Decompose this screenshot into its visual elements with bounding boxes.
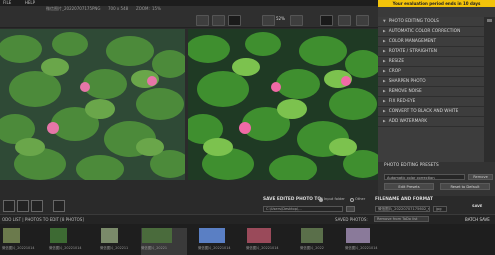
input-folder-radio[interactable] — [319, 198, 323, 202]
thumbnail-image — [247, 228, 271, 243]
zoom-label: ZOOM: — [136, 6, 150, 11]
thumbnail-image — [301, 228, 323, 243]
tool-add-watermark[interactable]: ▶ ADD WATERMARK — [378, 117, 484, 127]
todo-list-title: ODO LIST | PHOTOS TO EDIT [8 PHOTOS] — [2, 217, 84, 222]
save-title: SAVE EDITED PHOTO TO: — [263, 197, 323, 202]
chevron-right-icon: ▶ — [383, 99, 386, 103]
thumbnail-caption: 微信图片_20221014 — [246, 246, 279, 250]
chevron-right-icon: ▶ — [383, 89, 386, 93]
thumbnail-caption: 微信图片_2022 — [300, 246, 324, 250]
chevron-right-icon: ▶ — [383, 39, 386, 43]
tool-resize[interactable]: ▶ RESIZE — [378, 57, 484, 67]
tool-rotate-straighten[interactable]: ▶ ROTATE / STRAIGHTEN — [378, 47, 484, 57]
thumbnail-item[interactable]: 微信图片_20221014 — [2, 228, 35, 255]
thumbnail-image — [346, 228, 370, 243]
saved-photos-label: SAVED PHOTOS: — [335, 217, 368, 222]
tool-remove-noise[interactable]: ▶ REMOVE NOISE — [378, 87, 484, 97]
undo-button[interactable] — [338, 15, 351, 26]
format-select[interactable]: jpg — [433, 206, 447, 212]
tool-sharpen-photo[interactable]: ▶ SHARPEN PHOTO — [378, 77, 484, 87]
thumbnail-caption: 微信图片_202211 — [100, 246, 129, 250]
compare-view-button[interactable] — [196, 15, 209, 26]
thumbnail-strip: 微信图片_20221014 微信图片_20221014 微信图片_202211 … — [0, 224, 495, 255]
thumbnail-item[interactable]: 微信图片_202211 — [100, 228, 133, 255]
thumbnail-caption: 微信图片_20221014 — [198, 246, 231, 250]
filename-label: 微信图片_20220707175 — [46, 6, 92, 11]
fullscreen-icon[interactable] — [53, 200, 65, 212]
edit-presets-button[interactable]: Edit Presets — [384, 183, 434, 190]
thumbnail-item[interactable]: 微信图片_20221014 — [345, 228, 378, 255]
dimensions-label: 700 x 548 — [108, 6, 129, 11]
tool-crop[interactable]: ▶ CROP — [378, 67, 484, 77]
filename-input[interactable]: 微信图片_20220707175602_sal — [375, 206, 430, 212]
chevron-down-icon: ▼ — [383, 19, 386, 23]
tools-scrollbar[interactable] — [484, 17, 495, 162]
hand-tool-button[interactable] — [320, 15, 333, 26]
chevron-right-icon: ▶ — [383, 29, 386, 33]
evaluation-banner[interactable]: Your evaluation period ends in 10 days — [378, 0, 495, 7]
photo-editing-tools-panel: ▼ PHOTO EDITING TOOLS ▶ AUTOMATIC COLOR CO… — [378, 17, 484, 162]
thumbnail-caption: 微信图片_20221014 — [2, 246, 35, 250]
thumbnail-image — [199, 228, 225, 243]
chevron-right-icon: ▶ — [383, 79, 386, 83]
zoom-fit-button[interactable] — [228, 15, 241, 26]
zoom-value: 15% — [152, 6, 161, 11]
histogram-icon[interactable] — [17, 200, 29, 212]
thumbnail-item[interactable]: 微信图片_20221014 — [246, 228, 279, 255]
chevron-right-icon: ▶ — [383, 69, 386, 73]
other-folder-radio[interactable] — [350, 198, 354, 202]
input-folder-label: Input folder — [324, 197, 345, 201]
scroll-up-arrow[interactable] — [487, 19, 492, 22]
chevron-right-icon: ▶ — [383, 119, 386, 123]
tools-section-title[interactable]: ▼ PHOTO EDITING TOOLS — [378, 17, 484, 27]
compare-icon[interactable] — [31, 200, 43, 212]
tool-convert-bw[interactable]: ▶ CONVERT TO BLACK AND WHITE — [378, 107, 484, 117]
thumbnail-item[interactable]: 微信图片_2022 — [300, 228, 333, 255]
original-photo-pane[interactable] — [0, 29, 185, 180]
tool-fix-red-eye[interactable]: ▶ FIX RED-EYE — [378, 97, 484, 107]
tool-automatic-color-correction[interactable]: ▶ AUTOMATIC COLOR CORRECTION — [378, 27, 484, 37]
thumbnail-caption: 微信图片_20221 — [141, 246, 168, 250]
image-info-bar: 微信图片_20220707175 PNG 700 x 548 ZOOM: 15%… — [0, 6, 378, 28]
save-path-input[interactable]: C:\Users\Desktop\... — [263, 206, 343, 212]
thumbnail-image — [3, 228, 20, 243]
reset-default-button[interactable]: Reset to Default — [440, 183, 490, 190]
thumbnail-item[interactable]: 微信图片_20221014 — [198, 228, 231, 255]
thumbnail-item[interactable]: 微信图片_20221014 — [49, 228, 82, 255]
thumbnail-image — [101, 228, 118, 243]
thumbnail-image — [50, 228, 67, 243]
zoom-percent: 52% — [276, 16, 285, 21]
batch-save-button[interactable]: BATCH SAVE — [465, 217, 490, 222]
lotus-photo-original — [0, 29, 185, 180]
chevron-right-icon: ▶ — [383, 59, 386, 63]
remove-from-list-select[interactable]: Remove from ToDo list — [374, 216, 429, 222]
format-label: PNG — [92, 6, 101, 11]
zoom-out-button[interactable] — [262, 15, 275, 26]
bottom-toolbar — [0, 180, 260, 214]
thumbnail-caption: 微信图片_20221014 — [345, 246, 378, 250]
edited-photo-pane[interactable] — [188, 29, 378, 180]
crop-icon[interactable] — [3, 200, 15, 212]
save-panel: SAVE EDITED PHOTO TO: Input folder Other… — [260, 196, 495, 214]
preset-select[interactable]: Automatic color correction — [384, 174, 465, 180]
chevron-right-icon: ▶ — [383, 49, 386, 53]
thumbnail-image — [142, 228, 172, 243]
redo-button[interactable] — [356, 15, 369, 26]
zoom-in-button[interactable] — [290, 15, 303, 26]
thumbnail-caption: 微信图片_20221014 — [49, 246, 82, 250]
save-button[interactable]: SAVE — [472, 204, 482, 208]
thumbnail-item-selected[interactable]: 微信图片_20221 — [141, 228, 187, 255]
photo-editing-presets-panel: PHOTO EDITING PRESETS Automatic color co… — [378, 162, 495, 196]
folder-icon[interactable] — [346, 206, 355, 212]
remove-preset-button[interactable]: Remove — [468, 174, 493, 180]
presets-title: PHOTO EDITING PRESETS — [384, 163, 439, 168]
tool-color-management[interactable]: ▶ COLOR MANAGEMENT — [378, 37, 484, 47]
filename-format-title: FILENAME AND FORMAT — [375, 197, 433, 202]
lotus-photo-edited — [188, 29, 378, 180]
other-folder-label: Other — [355, 197, 366, 201]
panel-header — [378, 7, 495, 17]
chevron-right-icon: ▶ — [383, 109, 386, 113]
single-view-button[interactable] — [212, 15, 225, 26]
